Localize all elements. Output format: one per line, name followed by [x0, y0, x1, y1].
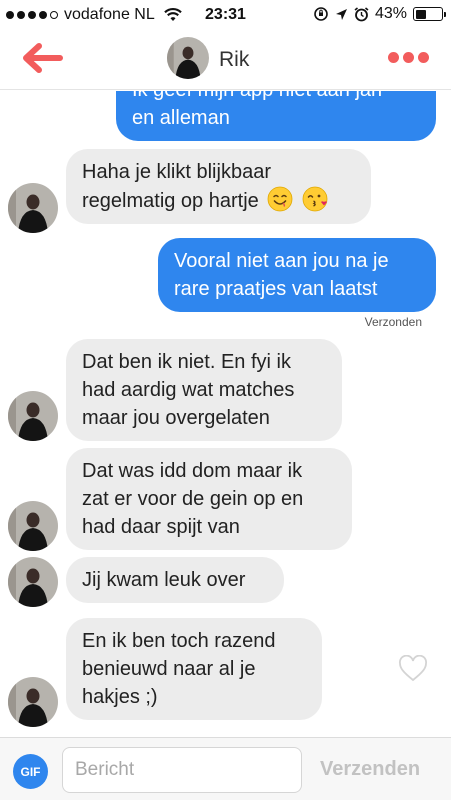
back-arrow-icon[interactable]: [20, 42, 64, 74]
message-text: Jij kwam leuk over: [82, 569, 246, 591]
like-heart-icon[interactable]: [398, 655, 428, 683]
message-bubble-incoming[interactable]: Haha je klikt blijkbaar regelmatig op ha…: [66, 149, 371, 224]
message-bubble-incoming[interactable]: Dat ben ik niet. En fyi ik had aardig wa…: [66, 339, 342, 441]
message-bubble-incoming[interactable]: En ik ben toch razend benieuwd naar al j…: [66, 618, 322, 720]
message-text: regelmatig op hartje: [82, 190, 259, 212]
status-bar: vodafone NL 23:31 43%: [0, 0, 451, 30]
send-button[interactable]: Verzenden: [320, 758, 420, 781]
contact-avatar[interactable]: [8, 677, 58, 727]
status-right: 43%: [313, 5, 446, 23]
message-list[interactable]: Ik geef mijn app niet aan jan en alleman…: [0, 91, 451, 737]
message-bubble-incoming[interactable]: Dat was idd dom maar ik zat er voor de g…: [66, 448, 352, 550]
more-options-button[interactable]: [388, 52, 429, 63]
message-bubble-outgoing[interactable]: Ik geef mijn app niet aan jan en alleman: [116, 91, 436, 141]
message-text: Ik geef mijn app niet aan jan: [132, 91, 420, 104]
delivery-status: Verzonden: [364, 315, 422, 329]
chat-header: Rik: [0, 30, 451, 90]
message-text: rare praatjes van laatst: [174, 278, 378, 300]
message-text: had daar spijt van: [82, 516, 240, 538]
message-text: Haha je klikt blijkbaar: [82, 161, 271, 183]
smiling-face-icon: [267, 186, 293, 212]
face-blowing-kiss-icon: [302, 186, 328, 212]
orientation-lock-icon: [314, 7, 328, 21]
contact-avatar[interactable]: [8, 501, 58, 551]
message-bubble-outgoing[interactable]: Vooral niet aan jou na je rare praatjes …: [158, 238, 436, 312]
message-text: zat er voor de gein op en: [82, 488, 304, 510]
contact-avatar[interactable]: [8, 183, 58, 233]
message-text: Dat was idd dom maar ik: [82, 460, 303, 482]
message-input[interactable]: [62, 747, 302, 793]
message-composer: GIF Verzenden: [0, 737, 451, 800]
gif-button[interactable]: GIF: [13, 754, 48, 789]
message-text: maar jou overgelaten: [82, 407, 270, 429]
contact-avatar[interactable]: [8, 391, 58, 441]
message-text: Vooral niet aan jou na je: [174, 250, 389, 272]
battery-level: [415, 9, 427, 19]
message-text: benieuwd naar al je: [82, 658, 256, 680]
message-text: Dat ben ik niet. En fyi ik: [82, 351, 291, 373]
message-text: En ik ben toch razend: [82, 630, 276, 652]
contact-avatar[interactable]: [8, 557, 58, 607]
alarm-icon: [354, 6, 369, 21]
contact-avatar[interactable]: [167, 37, 209, 79]
battery-icon: [413, 7, 446, 21]
location-icon: [335, 8, 347, 20]
battery-percent: 43%: [374, 5, 407, 22]
contact-name[interactable]: Rik: [219, 48, 249, 72]
message-text: en alleman: [132, 107, 230, 129]
message-text: had aardig wat matches: [82, 379, 295, 401]
message-bubble-incoming[interactable]: Jij kwam leuk over: [66, 557, 284, 603]
message-text: hakjes ;): [82, 686, 158, 708]
